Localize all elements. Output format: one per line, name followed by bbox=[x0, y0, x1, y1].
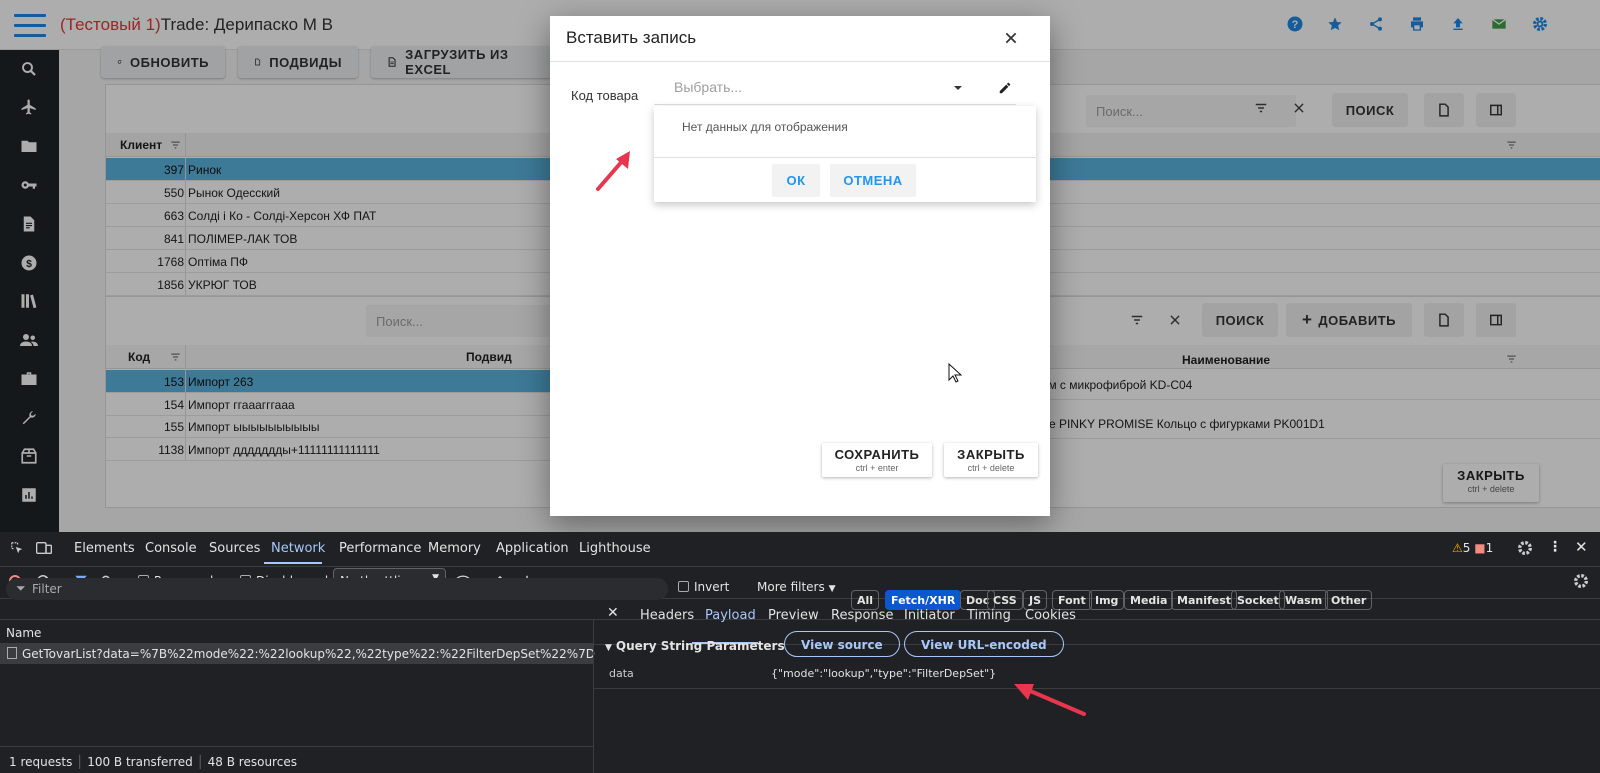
device-toolbar-icon[interactable] bbox=[36, 541, 52, 555]
dialog-close-button[interactable]: ЗАКРЫТЬ ctrl + delete bbox=[944, 443, 1038, 477]
dialog-close-hint: ctrl + delete bbox=[967, 463, 1015, 473]
tab-memory[interactable]: Memory bbox=[428, 541, 481, 556]
status-transferred: 100 B transferred bbox=[87, 755, 193, 769]
detail-tab-initiator[interactable]: Initiator bbox=[904, 608, 955, 623]
devtools-panel: Elements Console Sources Network Performance… bbox=[0, 532, 1600, 773]
product-code-select[interactable]: Выбрать... bbox=[654, 71, 1016, 105]
tab-console[interactable]: Console bbox=[145, 541, 197, 556]
param-value: {"mode":"lookup","type":"FilterDepSet"} bbox=[771, 667, 997, 680]
view-url-encoded-button[interactable]: View URL-encoded bbox=[904, 631, 1064, 657]
document-icon bbox=[7, 647, 17, 659]
network-settings-gear-icon[interactable] bbox=[1573, 573, 1589, 589]
inspect-icon[interactable] bbox=[10, 541, 24, 555]
warning-icon: ⚠ bbox=[1452, 541, 1463, 555]
filter-chip-fetch-xhr[interactable]: Fetch/XHR bbox=[885, 590, 962, 610]
close-icon[interactable] bbox=[1004, 31, 1020, 47]
error-icon: ■ bbox=[1474, 541, 1486, 555]
save-hint: ctrl + enter bbox=[855, 463, 899, 473]
product-code-label: Код товара bbox=[571, 88, 639, 103]
request-row[interactable]: GetTovarList?data=%7B%22mode%22:%22looku… bbox=[0, 644, 595, 664]
name-column-header[interactable]: Name bbox=[6, 626, 41, 640]
no-data-message: Нет данных для отображения bbox=[682, 120, 848, 134]
more-filters-label: More filters bbox=[757, 580, 825, 594]
detail-tab-headers[interactable]: Headers bbox=[640, 608, 694, 623]
filter-placeholder: Filter bbox=[32, 582, 62, 596]
request-name: GetTovarList?data=%7B%22mode%22:%22looku… bbox=[22, 647, 595, 661]
dialog-title: Вставить запись bbox=[566, 28, 697, 47]
status-resources: 48 B resources bbox=[207, 755, 297, 769]
mouse-cursor-icon bbox=[948, 363, 962, 383]
application-window: (Тестовый 1)Trade: Дерипаско М В ? $ ОБН… bbox=[0, 0, 1600, 532]
tab-application[interactable]: Application bbox=[496, 541, 569, 556]
tab-network[interactable]: Network bbox=[271, 541, 325, 556]
issues-counter[interactable]: ⚠5 ■1 bbox=[1452, 541, 1493, 555]
ok-button[interactable]: ОК bbox=[772, 164, 820, 197]
edit-icon[interactable] bbox=[998, 81, 1012, 95]
save-button[interactable]: СОХРАНИТЬ ctrl + enter bbox=[822, 443, 932, 477]
more-filters-dropdown[interactable]: More filters ▼ bbox=[757, 580, 835, 594]
filter-chip-font[interactable]: Font bbox=[1052, 590, 1092, 610]
detail-tab-timing[interactable]: Timing bbox=[967, 608, 1011, 623]
errors-count: 1 bbox=[1485, 541, 1494, 555]
close-devtools-icon[interactable]: ✕ bbox=[1575, 538, 1588, 556]
select-placeholder: Выбрать... bbox=[674, 79, 743, 95]
chevron-down-icon[interactable] bbox=[953, 84, 963, 92]
status-requests: 1 requests bbox=[9, 755, 73, 769]
filter-chip-all[interactable]: All bbox=[851, 590, 880, 610]
view-source-button[interactable]: View source bbox=[784, 631, 900, 657]
detail-tab-payload[interactable]: Payload bbox=[705, 608, 756, 623]
filter-input[interactable]: Filter ⏷ bbox=[6, 578, 668, 600]
invert-checkbox[interactable]: Invert bbox=[678, 580, 729, 594]
query-string-parameters-section[interactable]: ▼ Query String Parameters bbox=[605, 639, 785, 653]
filter-chip-other[interactable]: Other bbox=[1325, 590, 1373, 610]
cancel-button[interactable]: ОТМЕНА bbox=[830, 164, 916, 197]
param-key: data bbox=[609, 667, 634, 680]
annotation-arrow-icon bbox=[1014, 684, 1086, 716]
detail-tab-preview[interactable]: Preview bbox=[768, 608, 819, 623]
filter-chip-wasm[interactable]: Wasm bbox=[1279, 590, 1329, 610]
detail-tab-response[interactable]: Response bbox=[831, 608, 893, 623]
save-label: СОХРАНИТЬ bbox=[834, 447, 920, 462]
close-details-icon[interactable]: ✕ bbox=[607, 605, 619, 621]
collapse-triangle-icon: ▼ bbox=[605, 643, 612, 653]
status-bar: 1 requests │ 100 B transferred │ 48 B re… bbox=[9, 755, 297, 769]
filter-chip-media[interactable]: Media bbox=[1124, 590, 1174, 610]
filter-chip-manifest[interactable]: Manifest bbox=[1171, 590, 1238, 610]
tab-lighthouse[interactable]: Lighthouse bbox=[579, 541, 651, 556]
dialog-close-label: ЗАКРЫТЬ bbox=[957, 447, 1025, 462]
settings-gear-icon[interactable] bbox=[1517, 540, 1533, 556]
filter-chip-js[interactable]: JS bbox=[1023, 590, 1048, 610]
detail-tab-cookies[interactable]: Cookies bbox=[1025, 608, 1076, 623]
select-dropdown: Нет данных для отображения ОК ОТМЕНА bbox=[654, 106, 1036, 202]
filter-icon: ⏷ bbox=[16, 581, 26, 595]
filter-chip-socket[interactable]: Socket bbox=[1231, 590, 1285, 610]
tab-sources[interactable]: Sources bbox=[209, 541, 260, 556]
qsp-title: Query String Parameters bbox=[615, 639, 785, 653]
chevron-down-icon: ▼ bbox=[828, 584, 836, 594]
warnings-count: 5 bbox=[1462, 541, 1471, 555]
filter-chip-css[interactable]: CSS bbox=[987, 590, 1023, 610]
filter-chip-img[interactable]: Img bbox=[1089, 590, 1125, 610]
invert-label: Invert bbox=[694, 580, 730, 594]
more-options-icon[interactable]: ⋮ bbox=[1548, 539, 1562, 555]
tab-performance[interactable]: Performance bbox=[339, 541, 421, 556]
tab-elements[interactable]: Elements bbox=[74, 541, 135, 556]
insert-record-dialog: Вставить запись Код товара Выбрать... Не… bbox=[550, 16, 1050, 516]
